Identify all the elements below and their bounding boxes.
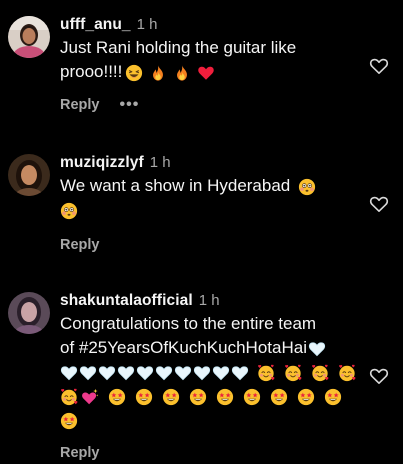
star-struck-emoji (189, 388, 207, 406)
fire-emoji (173, 64, 191, 82)
comment-text: Just Rani holding the guitar like prooo!… (60, 36, 360, 84)
white-heart-emoji (98, 364, 116, 382)
star-struck-emoji (270, 388, 288, 406)
laughing-face-emoji (125, 64, 143, 82)
avatar[interactable] (8, 16, 50, 58)
white-heart-emoji (193, 364, 211, 382)
timestamp: 1 h (136, 16, 158, 33)
reply-button[interactable]: Reply (60, 445, 100, 461)
smiling-face-with-hearts-emoji (257, 364, 275, 382)
fire-emoji (149, 64, 167, 82)
smiling-face-with-hearts-emoji (338, 364, 356, 382)
emoji-row (60, 360, 360, 384)
white-heart-emoji (174, 364, 192, 382)
star-struck-emoji (162, 388, 180, 406)
comment-line-text: prooo!!!! (60, 62, 123, 81)
reply-button[interactable]: Reply (60, 97, 100, 113)
heart-outline-icon[interactable] (369, 366, 389, 386)
flushed-face-emoji (60, 202, 78, 220)
reply-row: Reply (60, 234, 360, 256)
smiling-face-with-hearts-emoji (311, 364, 329, 382)
white-heart-emoji (308, 340, 326, 358)
comment-line: Congratulations to the entire team (60, 314, 317, 333)
star-struck-emoji (135, 388, 153, 406)
comment-line-text: We want a show in Hyderabad (60, 176, 291, 195)
username[interactable]: ufff_anu_ (60, 16, 131, 33)
comment-content: shakuntalaofficial 1 h Congratulations to… (60, 290, 360, 464)
star-struck-emoji (216, 388, 234, 406)
star-struck-emoji (108, 388, 126, 406)
heart-outline-icon[interactable] (369, 56, 389, 76)
timestamp: 1 h (198, 292, 220, 309)
heart-outline-icon[interactable] (369, 194, 389, 214)
comment-line-with-emoji: of #25YearsOfKuchKuchHotaHai (60, 336, 360, 360)
emoji-row (60, 384, 360, 408)
username[interactable]: shakuntalaofficial (60, 292, 193, 309)
comment-text: Congratulations to the entire team of #2… (60, 312, 360, 432)
comment-line-with-emoji: prooo!!!! (60, 60, 360, 84)
avatar[interactable] (8, 292, 50, 334)
reply-row: Reply ••• (60, 94, 360, 116)
more-dots-icon[interactable]: ••• (120, 94, 140, 116)
white-heart-emoji (155, 364, 173, 382)
smiling-face-with-hearts-emoji (284, 364, 302, 382)
comment-text: We want a show in Hyderabad (60, 174, 360, 222)
white-heart-emoji (60, 364, 78, 382)
comment-line-with-emoji: We want a show in Hyderabad (60, 174, 360, 198)
comment-header: shakuntalaofficial 1 h (60, 290, 360, 312)
star-struck-emoji (297, 388, 315, 406)
comment-content: muziqizzlyf 1 h We want a show in Hyderab… (60, 152, 360, 256)
sparkling-heart-emoji (81, 388, 99, 406)
star-struck-emoji (243, 388, 261, 406)
username[interactable]: muziqizzlyf (60, 154, 144, 171)
emoji-row (60, 408, 360, 432)
star-struck-emoji (324, 388, 342, 406)
red-heart-emoji (197, 64, 215, 82)
white-heart-emoji (136, 364, 154, 382)
reply-button[interactable]: Reply (60, 237, 100, 253)
comment-header: ufff_anu_ 1 h (60, 14, 360, 36)
smiling-face-with-hearts-emoji (60, 388, 78, 406)
white-heart-emoji (212, 364, 230, 382)
comment-header: muziqizzlyf 1 h (60, 152, 360, 174)
avatar[interactable] (8, 154, 50, 196)
star-struck-emoji (60, 412, 78, 430)
flushed-face-emoji (298, 178, 316, 196)
timestamp: 1 h (149, 154, 171, 171)
white-heart-emoji (79, 364, 97, 382)
reply-row: Reply (60, 442, 360, 464)
emoji-row (60, 198, 360, 222)
white-heart-emoji (231, 364, 249, 382)
comment-line: Just Rani holding the guitar like (60, 38, 297, 57)
comment-content: ufff_anu_ 1 h Just Rani holding the guita… (60, 14, 360, 116)
comment-line-text: of #25YearsOfKuchKuchHotaHai (60, 338, 307, 357)
white-heart-emoji (117, 364, 135, 382)
